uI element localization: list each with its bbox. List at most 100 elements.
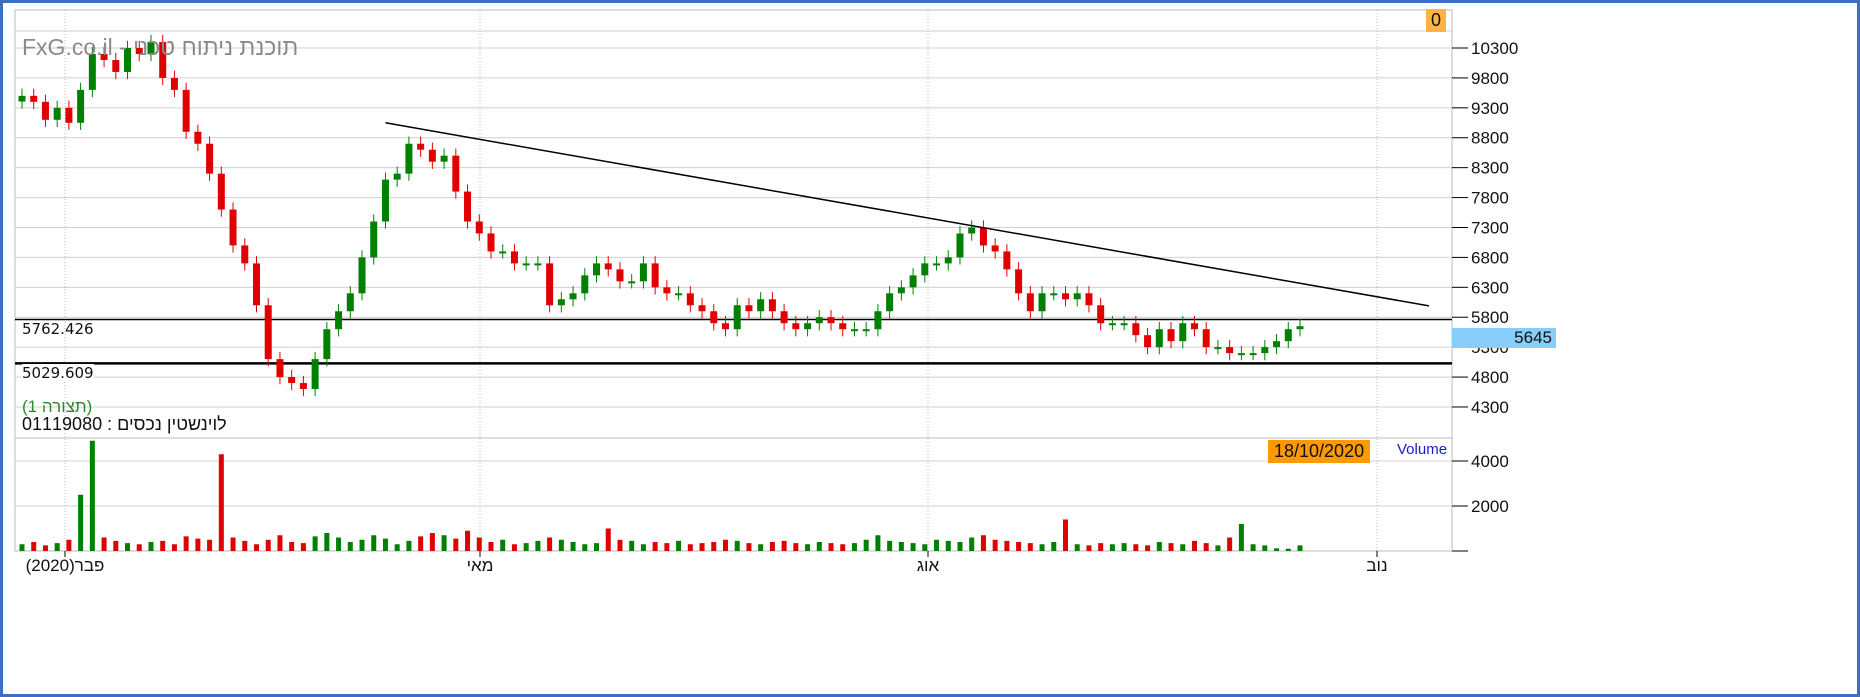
price-tick-label: 7300 xyxy=(1471,218,1509,237)
volume-bar xyxy=(1238,524,1244,551)
volume-bar xyxy=(582,544,588,551)
volume-bar xyxy=(160,540,166,551)
volume-bar xyxy=(66,539,72,551)
candle-up xyxy=(886,293,894,312)
candle-down xyxy=(1226,347,1234,354)
volume-bar xyxy=(453,538,459,551)
volume-bar xyxy=(1156,542,1162,551)
candle-down xyxy=(1132,323,1140,336)
candle-up xyxy=(628,281,636,284)
volume-bar xyxy=(1016,542,1022,551)
price-tick-label: 8800 xyxy=(1471,129,1509,148)
volume-bar xyxy=(500,539,506,551)
volume-tick-label: 4000 xyxy=(1471,452,1509,471)
candle-down xyxy=(1003,251,1011,270)
candle-up xyxy=(77,89,85,123)
volume-bar xyxy=(312,536,318,551)
volume-bar xyxy=(1250,544,1256,551)
candle-up xyxy=(921,263,929,276)
volume-bar xyxy=(816,542,822,551)
volume-bar xyxy=(1063,519,1069,551)
volume-bar xyxy=(910,543,916,551)
candle-down xyxy=(229,209,237,246)
candle-down xyxy=(792,323,800,330)
volume-bar xyxy=(1262,545,1268,551)
volume-bar xyxy=(1285,548,1291,551)
price-tick-label: 7800 xyxy=(1471,189,1509,208)
candle-up xyxy=(639,263,647,282)
volume-bar xyxy=(934,539,940,551)
volume-bar xyxy=(547,537,553,551)
candle-down xyxy=(252,263,260,306)
volume-bar xyxy=(171,544,177,551)
volume-bar xyxy=(101,537,107,551)
candle-down xyxy=(276,359,284,378)
candle-down xyxy=(30,95,38,102)
candle-up xyxy=(1273,341,1281,348)
price-volume-chart: 10300 9800 9300 8800 8300 7800 7300 6800 6300 580… xyxy=(14,9,1518,575)
candle-down xyxy=(1062,293,1070,300)
volume-bar xyxy=(125,543,131,551)
volume-bar xyxy=(523,543,529,551)
candle-up xyxy=(1155,329,1163,348)
volume-pane xyxy=(14,437,1453,552)
candle-up xyxy=(1073,293,1081,300)
volume-bar xyxy=(1121,543,1127,551)
volume-bar xyxy=(1039,544,1045,551)
candle-up xyxy=(311,359,319,390)
candle-up xyxy=(1284,329,1292,342)
volume-bar xyxy=(476,537,482,551)
volume-bar xyxy=(558,539,564,551)
candle-up xyxy=(874,311,882,330)
candle-down xyxy=(839,323,847,330)
top-badge: 0 xyxy=(1426,9,1447,32)
price-tick-label: 10300 xyxy=(1471,39,1518,58)
candle-down xyxy=(663,287,671,294)
price-tick-label: 6800 xyxy=(1471,248,1509,267)
volume-bar xyxy=(664,543,670,551)
candle-down xyxy=(651,263,659,288)
candle-up xyxy=(499,251,507,254)
volume-bar xyxy=(1203,543,1209,551)
price-tick-label: 5800 xyxy=(1471,308,1509,327)
candle-up xyxy=(323,329,331,360)
candle-down xyxy=(745,305,753,312)
volume-bar xyxy=(429,533,435,551)
current-price-tag: 5645 xyxy=(1452,328,1556,348)
volume-bar xyxy=(218,454,224,551)
candle-up xyxy=(358,257,366,294)
volume-bar xyxy=(89,440,95,551)
candle-up xyxy=(968,227,976,234)
candle-down xyxy=(1015,269,1023,294)
volume-bar xyxy=(781,540,787,551)
candle-down xyxy=(112,59,120,72)
volume-bar xyxy=(300,543,306,551)
volume-bar xyxy=(265,539,271,551)
candle-down xyxy=(1085,293,1093,306)
candle-down xyxy=(170,77,178,90)
volume-bar xyxy=(19,544,25,551)
candle-down xyxy=(452,155,460,192)
volume-bar xyxy=(465,530,471,551)
candle-down xyxy=(299,383,307,390)
date-badge: 18/10/2020 xyxy=(1268,440,1371,463)
volume-bar xyxy=(1227,537,1233,551)
candle-up xyxy=(569,293,577,300)
volume-bar xyxy=(1215,545,1221,551)
volume-bar xyxy=(207,539,213,551)
candle-up xyxy=(440,155,448,162)
hline-label-upper: 5762.426 xyxy=(22,320,94,338)
volume-bar xyxy=(148,542,154,551)
candle-up xyxy=(1296,326,1304,330)
candle-down xyxy=(264,305,272,360)
month-label: (2020)פבר xyxy=(26,556,105,575)
volume-tick-label: 2000 xyxy=(1471,497,1509,516)
volume-bar xyxy=(898,542,904,551)
candle-up xyxy=(1050,293,1058,296)
volume-bar xyxy=(511,544,517,551)
volume-bar xyxy=(1098,543,1104,551)
candle-up xyxy=(862,329,870,332)
volume-bar xyxy=(687,544,693,551)
volume-bar xyxy=(734,540,740,551)
candle-down xyxy=(1026,293,1034,312)
